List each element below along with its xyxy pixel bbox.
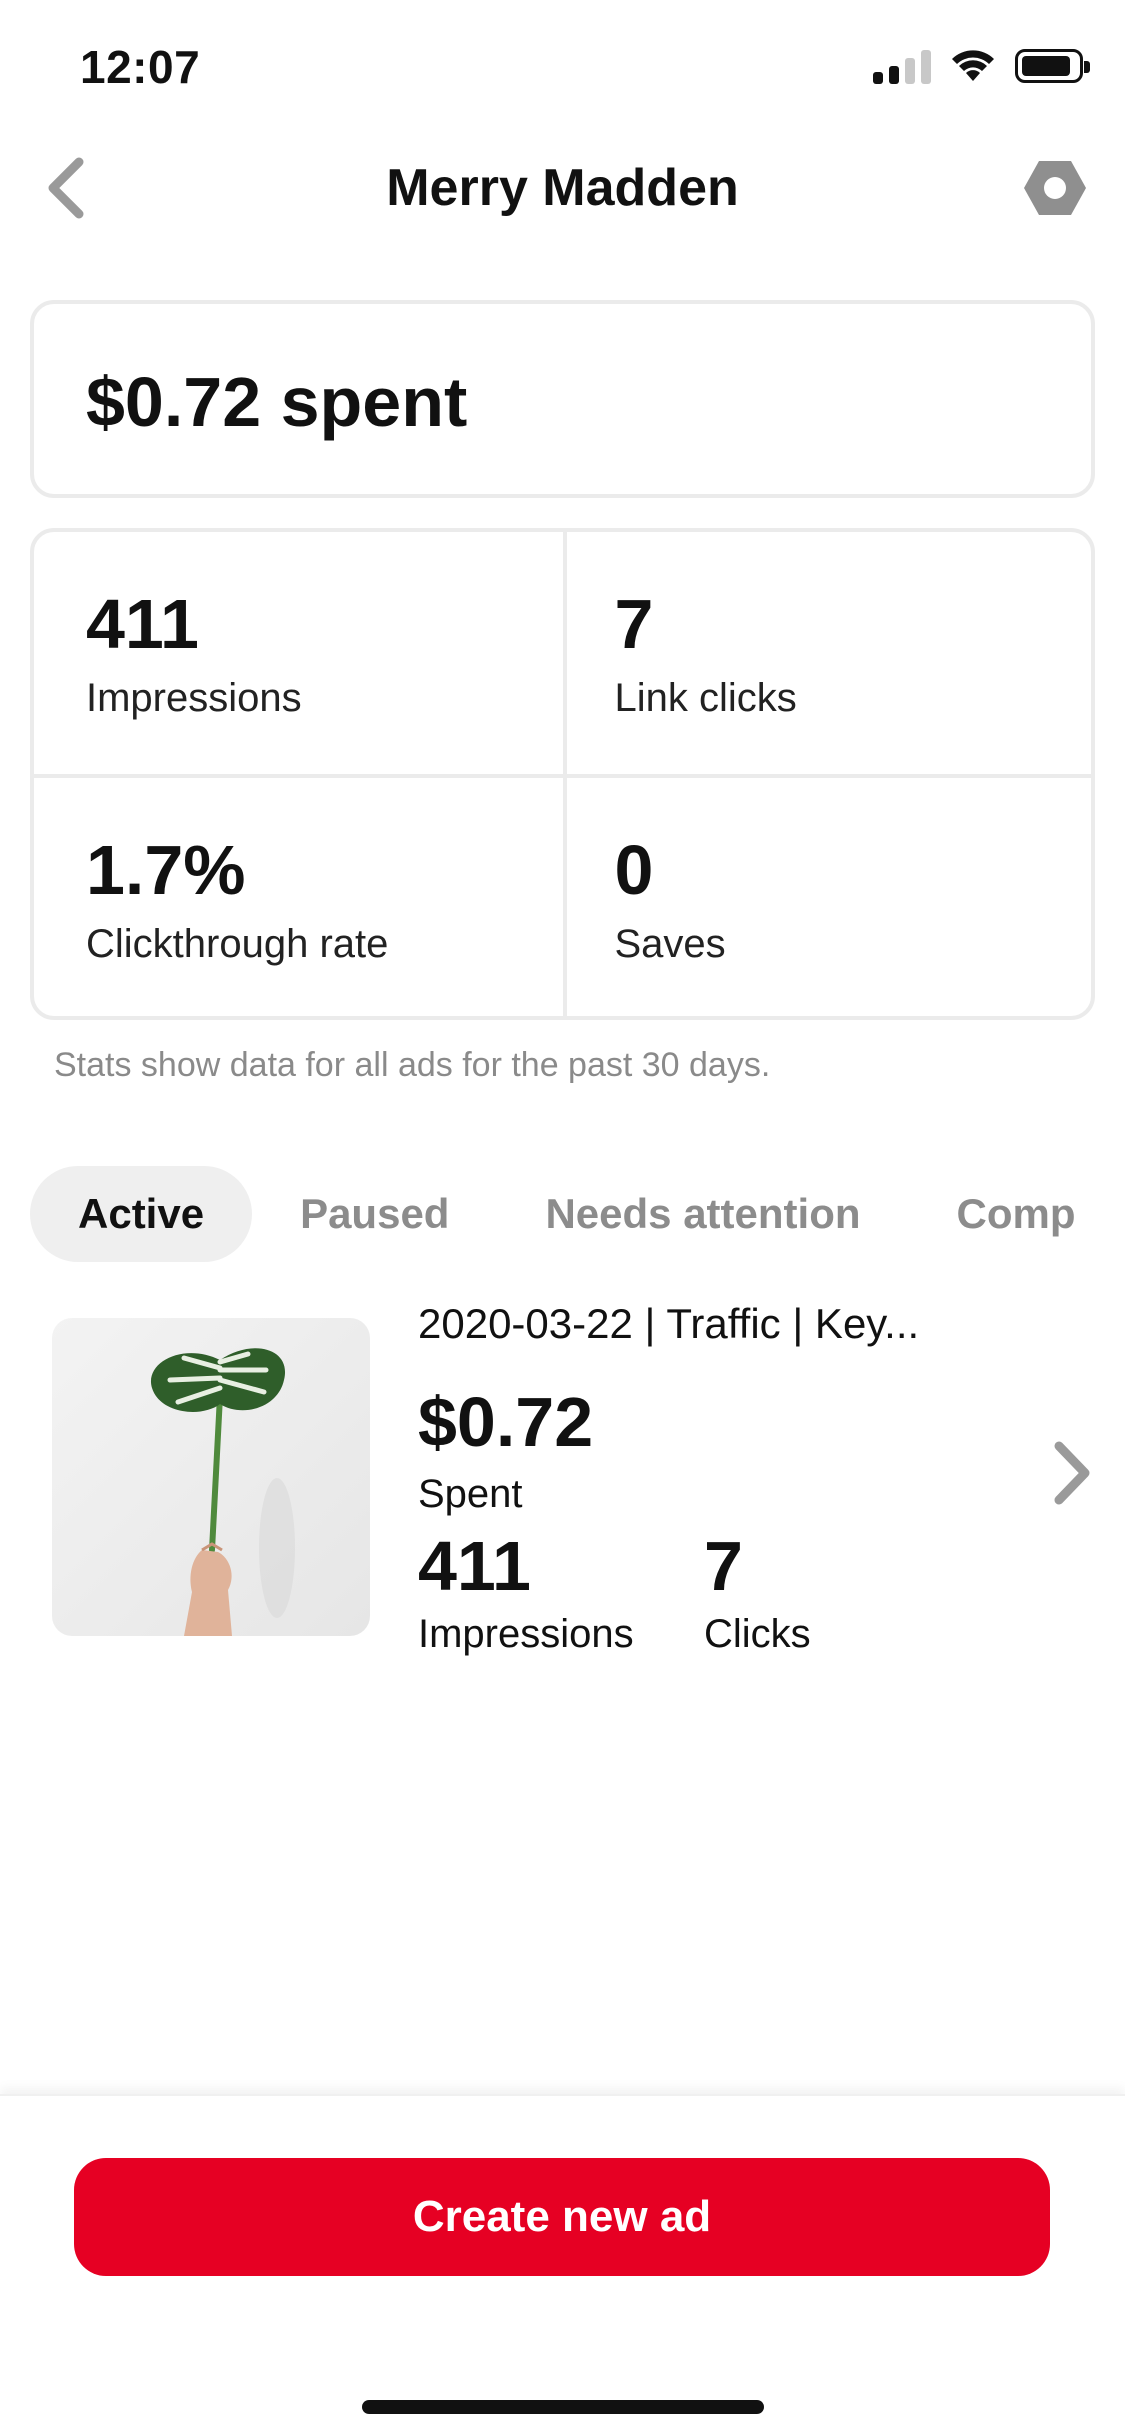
settings-button[interactable] (1015, 148, 1095, 228)
tab-paused[interactable]: Paused (252, 1166, 497, 1262)
stat-clickthrough-rate: 1.7% Clickthrough rate (34, 774, 563, 1016)
tab-active[interactable]: Active (30, 1166, 253, 1262)
ad-thumbnail (52, 1318, 370, 1636)
stat-value: 7 (614, 585, 654, 663)
ad-status-tabs: Active Paused Needs attention Comp (30, 1164, 1125, 1264)
stat-saves: 0 Saves (562, 774, 1091, 1016)
ad-clicks-value: 7 (704, 1527, 743, 1605)
wifi-icon (952, 50, 994, 81)
hexagon-settings-icon (1024, 161, 1086, 215)
ad-list-item[interactable]: 2020-03-22 | Traffic | Key... $0.72 Spen… (0, 1290, 1125, 1670)
battery-icon (1015, 49, 1090, 83)
ad-clicks-label: Clicks (704, 1612, 811, 1656)
header: Merry Madden (0, 140, 1125, 240)
stat-link-clicks: 7 Link clicks (562, 532, 1092, 774)
ad-impressions-value: 411 (418, 1527, 531, 1605)
stat-value: 0 (614, 831, 654, 909)
stat-value: 1.7% (86, 831, 246, 909)
page-title: Merry Madden (386, 159, 739, 217)
tab-needs-attention[interactable]: Needs attention (497, 1166, 908, 1262)
stat-value: 411 (86, 585, 199, 663)
status-icons (873, 48, 1090, 84)
bottom-action-bar: Create new ad (0, 2094, 1125, 2436)
stats-grid: 411 Impressions 7 Link clicks 1.7% Click… (30, 528, 1095, 1020)
chevron-right-icon (1054, 1441, 1090, 1505)
status-bar: 12:07 (0, 0, 1125, 140)
ad-name: 2020-03-22 | Traffic | Key... (418, 1300, 920, 1347)
ad-spent-label: Spent (418, 1472, 523, 1516)
ad-impressions-label: Impressions (418, 1612, 634, 1656)
tab-completed[interactable]: Comp (909, 1166, 1124, 1262)
stat-label: Impressions (86, 676, 302, 720)
stat-label: Clickthrough rate (86, 922, 389, 966)
create-new-ad-button[interactable]: Create new ad (74, 2158, 1050, 2276)
cellular-signal-icon (873, 48, 931, 84)
status-time: 12:07 (80, 41, 201, 93)
stat-label: Saves (614, 922, 726, 966)
ad-spent-value: $0.72 (418, 1383, 594, 1461)
stats-note: Stats show data for all ads for the past… (54, 1046, 771, 1084)
stat-impressions: 411 Impressions (34, 532, 563, 774)
home-indicator (362, 2400, 764, 2414)
stat-label: Link clicks (614, 676, 797, 720)
spent-summary-card: $0.72 spent (30, 300, 1095, 498)
spent-amount: $0.72 spent (86, 363, 468, 441)
monstera-leaf-image (150, 1348, 295, 1636)
